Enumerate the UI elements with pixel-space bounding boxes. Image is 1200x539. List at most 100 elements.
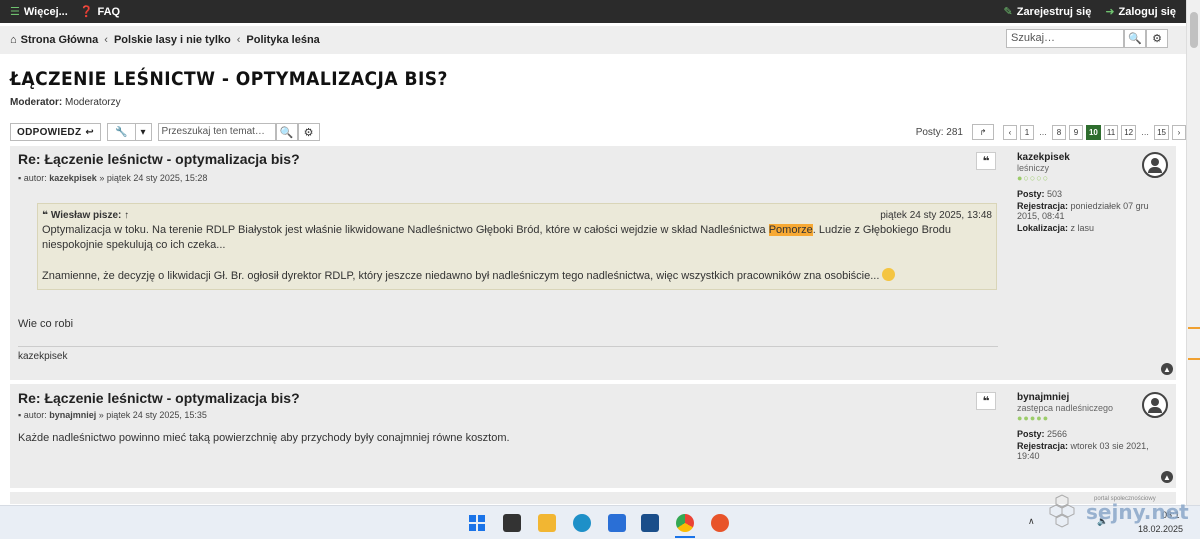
quote-icon: ❝: [982, 154, 990, 168]
file-explorer-icon[interactable]: [538, 514, 556, 532]
site-search: Szukaj… 🔍 ⚙: [1006, 29, 1168, 48]
avatar[interactable]: [1142, 152, 1168, 178]
post-title[interactable]: Re: Łączenie leśnictw - optymalizacja bi…: [18, 390, 300, 406]
back-to-top-button[interactable]: ▲: [1161, 363, 1173, 375]
topic-search: Przeszukaj ten temat… 🔍 ⚙: [157, 123, 320, 141]
profile-reg-label: Rejestracja:: [1017, 201, 1069, 211]
post-meta: ▪ autor: bynajmniej » piątek 24 sty 2025…: [18, 410, 207, 420]
login-link[interactable]: ➜ Zaloguj się: [1105, 5, 1176, 19]
page-scrollbar[interactable]: [1186, 0, 1200, 505]
topic-search-input[interactable]: Przeszukaj ten temat…: [157, 123, 276, 141]
author-link[interactable]: bynajmniej: [49, 410, 96, 420]
advanced-search-button[interactable]: ⚙: [1146, 29, 1168, 48]
chrome-browser-icon[interactable]: [676, 514, 694, 532]
chevron-down-icon: ▾: [135, 123, 152, 141]
moderator-label: Moderator:: [10, 97, 63, 108]
windows-start-icon[interactable]: [468, 514, 486, 532]
home-icon: ⌂: [10, 34, 17, 46]
scrollbar-thumb[interactable]: [1190, 12, 1198, 48]
top-navbar: ☰ Więcej... ❓ FAQ ✎ Zarejestruj się ➜ Za…: [0, 0, 1186, 23]
task-view-icon[interactable]: [503, 514, 521, 532]
breadcrumb: ⌂ Strona Główna ‹ Polskie lasy i nie tyl…: [10, 34, 320, 46]
page-link[interactable]: 12: [1121, 124, 1137, 140]
post-icon: ▪: [18, 410, 22, 420]
author-link[interactable]: kazekpisek: [49, 173, 97, 183]
faq-label: FAQ: [97, 5, 121, 18]
register-label: Zarejestruj się: [1016, 5, 1092, 18]
faq-link[interactable]: ❓ FAQ: [80, 5, 121, 19]
wrench-icon: 🔧: [107, 123, 136, 141]
breadcrumb-forum[interactable]: Polskie lasy i nie tylko: [114, 34, 231, 46]
page-link[interactable]: 8: [1051, 124, 1066, 140]
page-title[interactable]: ŁĄCZENIE LEŚNICTW - OPTYMALIZACJA BIS?: [10, 68, 448, 90]
dell-icon[interactable]: [641, 514, 659, 532]
search-icon: 🔍: [279, 126, 294, 139]
topic-tools[interactable]: 🔧 ▾: [107, 123, 152, 141]
avatar[interactable]: [1142, 392, 1168, 418]
rank-stars-icon: ●●●●●: [1017, 413, 1050, 423]
login-icon: ➜: [1105, 6, 1115, 18]
topic-advanced-search-button[interactable]: ⚙: [297, 123, 320, 141]
post-title[interactable]: Re: Łączenie leśnictw - optymalizacja bi…: [18, 151, 300, 167]
menu-icon: ☰: [10, 6, 20, 18]
post-body: Wie co robi: [18, 318, 74, 330]
profile-posts-label: Posty:: [1017, 429, 1045, 439]
author-prefix: autor:: [23, 410, 47, 420]
chevron-up-icon: ▲: [1163, 364, 1171, 374]
search-button[interactable]: 🔍: [1124, 29, 1146, 48]
action-bar: ODPOWIEDZ ↩ 🔧 ▾ Przeszukaj ten temat… 🔍 …: [10, 123, 320, 141]
profile-posts-label: Posty:: [1017, 189, 1045, 199]
breadcrumb-subforum[interactable]: Polityka leśna: [246, 34, 319, 46]
active-app-indicator: [675, 536, 695, 538]
profile-posts-value[interactable]: 503: [1047, 189, 1062, 199]
breadcrumb-separator: ‹: [236, 34, 241, 46]
quote-paragraph: Znamienne, że decyzję o likwidacji Gł. B…: [42, 268, 992, 284]
back-to-top-button[interactable]: ▲: [1161, 471, 1173, 483]
profile-registration: Rejestracja: wtorek 03 sie 2021, 19:40: [1017, 441, 1167, 461]
quote-text: Znamienne, że decyzję o likwidacji Gł. B…: [42, 270, 880, 282]
app-icon[interactable]: [711, 514, 729, 532]
gear-icon: ⚙: [1152, 33, 1162, 45]
next-page-button[interactable]: ›: [1172, 124, 1186, 140]
jump-to-page-button[interactable]: ↱: [971, 124, 994, 140]
page-link-current[interactable]: 10: [1085, 124, 1101, 140]
quote-button[interactable]: ❝: [976, 152, 996, 170]
register-link[interactable]: ✎ Zarejestruj się: [1003, 5, 1092, 19]
login-label: Zaloguj się: [1118, 5, 1176, 18]
quote-icon: ❝: [42, 210, 48, 221]
profile-posts-value[interactable]: 2566: [1047, 429, 1067, 439]
post: Re: Łączenie leśnictw - optymalizacja bi…: [10, 146, 1176, 380]
page-link[interactable]: 11: [1103, 124, 1119, 140]
page-link[interactable]: 1: [1019, 124, 1034, 140]
search-input[interactable]: Szukaj…: [1006, 29, 1124, 48]
prev-page-button[interactable]: ‹: [1002, 124, 1017, 140]
page-link[interactable]: 9: [1068, 124, 1083, 140]
page-link[interactable]: 15: [1154, 124, 1169, 140]
share-arrow-icon: ↱: [979, 127, 987, 137]
chevron-up-icon: ▲: [1163, 472, 1171, 482]
reply-label: ODPOWIEDZ: [17, 126, 82, 138]
watermark-brand: sejny.net: [1086, 500, 1189, 524]
profile-loc-value: z lasu: [1070, 223, 1095, 233]
quote-text: Optymalizacja w toku. Na terenie RDLP Bi…: [42, 224, 769, 236]
quote-date: piątek 24 sty 2025, 13:48: [880, 210, 992, 221]
breadcrumb-bar: ⌂ Strona Główna ‹ Polskie lasy i nie tyl…: [0, 26, 1186, 54]
profile-posts: Posty: 503: [1017, 189, 1167, 199]
topic-search-button[interactable]: 🔍: [275, 123, 298, 141]
edit-icon: ✎: [1003, 6, 1013, 18]
post: Re: Łączenie leśnictw - optymalizacja bi…: [10, 384, 1176, 488]
author-prefix: autor:: [23, 173, 47, 183]
post-body: Każde nadleśnictwo powinno mieć taką pow…: [18, 432, 510, 444]
moderator-link[interactable]: Moderatorzy: [65, 97, 121, 108]
os-taskbar: ∧ 🔈 08:1 18.02.2025: [0, 505, 1200, 539]
quote-button[interactable]: ❝: [976, 392, 996, 410]
chevron-up-icon[interactable]: ∧: [1028, 516, 1035, 527]
breadcrumb-home[interactable]: Strona Główna: [21, 34, 99, 46]
more-label: Więcej...: [23, 5, 68, 18]
reply-button[interactable]: ODPOWIEDZ ↩: [10, 123, 102, 141]
edge-browser-icon[interactable]: [573, 514, 591, 532]
more-menu[interactable]: ☰ Więcej...: [10, 5, 68, 19]
page-ellipsis: …: [1141, 127, 1150, 137]
store-icon[interactable]: [608, 514, 626, 532]
quote-author[interactable]: Wiesław pisze: ↑: [51, 210, 129, 221]
